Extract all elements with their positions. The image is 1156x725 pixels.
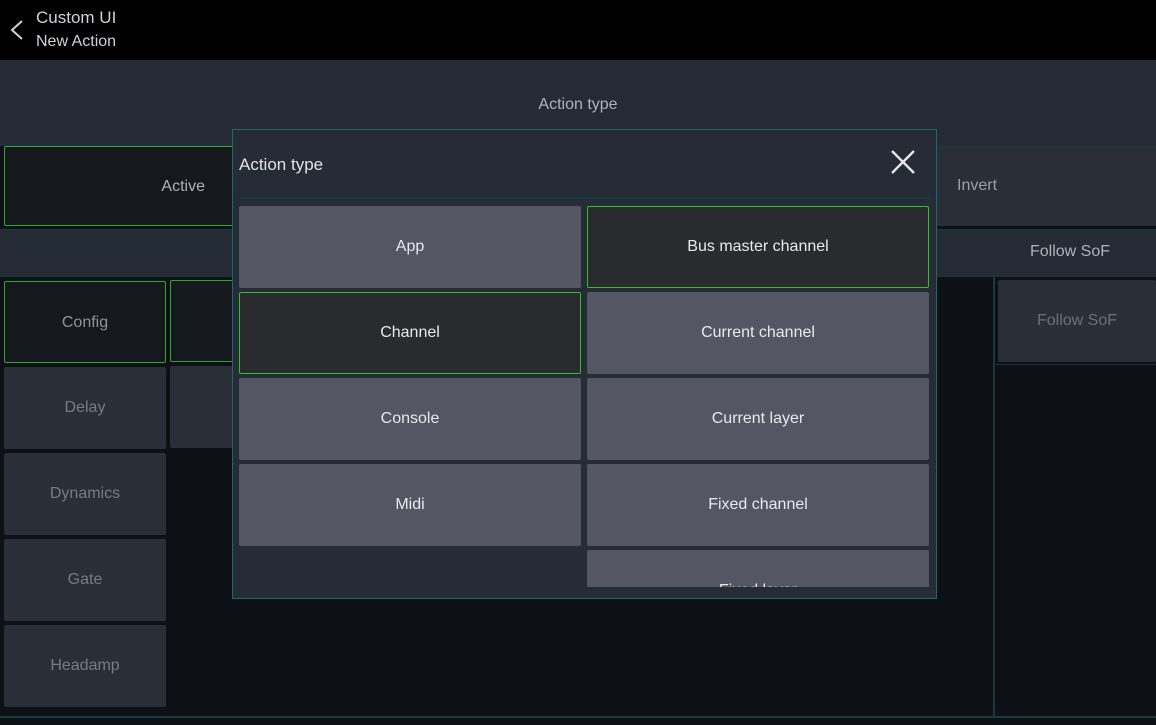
invert-label: Invert (957, 177, 998, 194)
follow-sof-header: Follow SoF (1030, 243, 1111, 260)
option-fixed-channel[interactable]: Fixed channel (587, 464, 929, 546)
option-label: Fixed layer (587, 550, 929, 587)
option-bus-master-channel[interactable]: Bus master channel (587, 206, 929, 288)
action-type-dialog: Action type App Bus master channel Chann… (232, 129, 937, 599)
category-config[interactable]: Config (4, 281, 166, 363)
follow-sof-button[interactable]: Follow SoF (998, 280, 1156, 362)
invert-button[interactable]: Invert (925, 146, 1156, 226)
options-grid[interactable]: App Bus master channel Channel Current c… (239, 206, 931, 587)
option-current-channel[interactable]: Current channel (587, 292, 929, 374)
option-label: Current layer (711, 410, 805, 427)
option-midi[interactable]: Midi (239, 464, 581, 546)
option-label: Channel (380, 324, 440, 341)
dialog-divider (239, 197, 930, 199)
category-label: Headamp (50, 657, 120, 674)
category-label: Dynamics (49, 485, 121, 502)
option-label: App (395, 238, 425, 255)
category-dynamics[interactable]: Dynamics (4, 453, 166, 535)
page-subtitle: New Action (36, 33, 117, 50)
category-label: Gate (67, 571, 103, 588)
top-bar: Custom UI New Action (0, 0, 1156, 60)
option-fixed-layer[interactable]: Fixed layer (587, 550, 929, 587)
option-label: Console (380, 410, 440, 427)
subcategory-button[interactable] (170, 366, 240, 448)
option-label: Current channel (701, 324, 815, 341)
divider (996, 364, 1156, 365)
category-label: Config (61, 314, 109, 331)
option-console[interactable]: Console (239, 378, 581, 460)
app-title: Custom UI (36, 8, 117, 27)
chevron-left-icon[interactable] (9, 19, 25, 41)
follow-sof-label: Follow SoF (1036, 312, 1118, 329)
active-label: Active (161, 178, 205, 195)
option-app[interactable]: App (239, 206, 581, 288)
category-label: Delay (64, 399, 106, 416)
section-title: Action type (538, 96, 618, 113)
category-headamp[interactable]: Headamp (4, 625, 166, 707)
category-delay[interactable]: Delay (4, 367, 166, 449)
divider (994, 277, 995, 717)
dialog-title: Action type (239, 155, 324, 174)
subcategory-button[interactable] (170, 280, 240, 362)
option-channel[interactable]: Channel (239, 292, 581, 374)
option-label: Fixed channel (708, 496, 808, 513)
category-gate[interactable]: Gate (4, 539, 166, 621)
option-label: Bus master channel (687, 238, 829, 255)
active-button[interactable]: Active (4, 146, 244, 226)
close-icon[interactable] (887, 146, 919, 178)
option-label: Midi (395, 496, 425, 513)
divider (0, 716, 1156, 718)
option-current-layer[interactable]: Current layer (587, 378, 929, 460)
